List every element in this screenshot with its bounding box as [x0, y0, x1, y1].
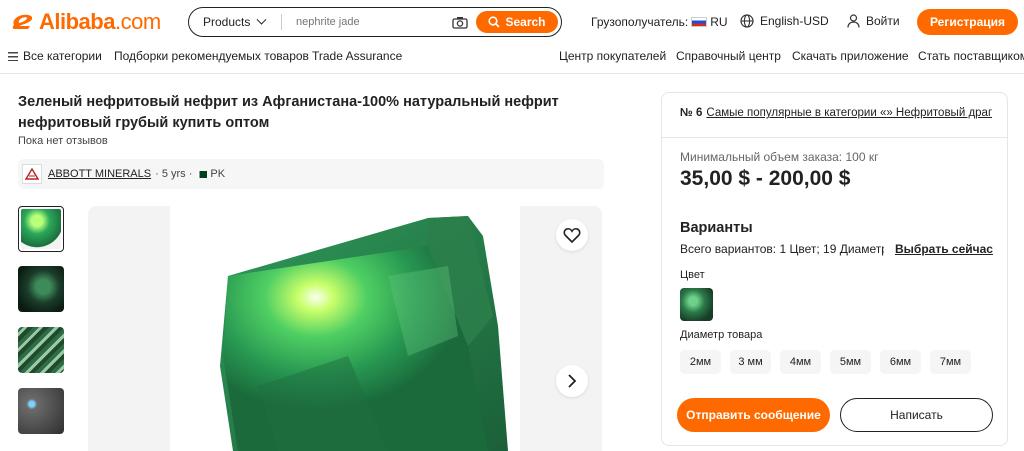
size-option[interactable]: 6мм: [880, 350, 921, 374]
panel-divider: [662, 137, 1007, 138]
thumbnail-item[interactable]: [18, 206, 64, 252]
thumbnail-image: [18, 327, 64, 373]
search-button-label: Search: [505, 15, 546, 29]
chat-button[interactable]: Написать: [840, 398, 993, 432]
language-label: English-USD: [760, 14, 829, 28]
main-product-image[interactable]: [88, 206, 602, 451]
search-category-label: Products: [203, 15, 251, 29]
supplier-bar: ABBOTT MINERALS · 5 yrs · PK: [18, 159, 604, 189]
alibaba-logo-icon: [12, 14, 33, 29]
login-label: Войти: [866, 14, 900, 28]
chevron-down-icon: [256, 14, 267, 25]
next-image-button[interactable]: [556, 365, 588, 397]
min-order-quantity: Минимальный объем заказа: 100 кг: [680, 150, 879, 164]
thumbnail-image: [18, 388, 64, 434]
supplier-logo[interactable]: [22, 164, 42, 184]
size-option[interactable]: 2мм: [680, 350, 721, 374]
thumbnail-image: [21, 209, 61, 249]
search-category-select[interactable]: Products: [189, 14, 281, 29]
thumbnail-item[interactable]: [18, 388, 64, 434]
heart-icon: [563, 228, 581, 243]
thumbnail-item[interactable]: [18, 266, 64, 312]
category-ranking[interactable]: № 6 Самые популярные в категории «» Нефри…: [680, 107, 992, 119]
logo-text: Alibaba.com: [39, 9, 161, 35]
user-icon: [847, 14, 860, 28]
globe-icon: [740, 14, 754, 28]
thumbnail-item[interactable]: [18, 327, 64, 373]
search-divider: [281, 14, 282, 30]
favorite-button[interactable]: [556, 219, 588, 251]
jade-stone-image: [170, 206, 520, 451]
purchase-panel: № 6 Самые популярные в категории «» Нефри…: [661, 92, 1008, 446]
supplier-country-code: PK: [210, 168, 226, 180]
alibaba-logo[interactable]: Alibaba.com: [10, 8, 161, 36]
price-range: 35,00 $ - 200,00 $: [680, 167, 851, 190]
size-option[interactable]: 7мм: [930, 350, 971, 374]
all-categories-label: Все категории: [23, 49, 102, 63]
pakistan-flag-icon: [197, 170, 208, 178]
menu-icon: [8, 52, 18, 61]
thumbnail-image: [18, 266, 64, 312]
size-option[interactable]: 3 мм: [730, 350, 771, 374]
chevron-right-icon: [568, 374, 577, 388]
size-option[interactable]: 5мм: [830, 350, 871, 374]
nav-become-supplier[interactable]: Стать поставщиком: [918, 49, 1024, 63]
supplier-name[interactable]: ABBOTT MINERALS: [48, 168, 151, 180]
login-link[interactable]: Войти: [847, 14, 900, 28]
variants-summary: Всего вариантов: 1 Цвет; 19 Диаметр това…: [680, 242, 884, 256]
size-options: 2мм 3 мм 4мм 5мм 6мм 7мм: [680, 350, 980, 374]
size-option[interactable]: 4мм: [780, 350, 821, 374]
size-label: Диаметр товара: [680, 329, 763, 341]
register-button[interactable]: Регистрация: [917, 9, 1018, 35]
search-bar: Products Search: [188, 7, 562, 37]
variants-heading: Варианты: [680, 220, 753, 236]
all-categories-menu[interactable]: Все категории: [8, 49, 102, 63]
reviews-status[interactable]: Пока нет отзывов: [18, 135, 108, 147]
nav-trade-assurance[interactable]: Trade Assurance: [312, 49, 402, 63]
search-icon: [488, 16, 501, 28]
search-input[interactable]: [296, 16, 446, 28]
select-now-link[interactable]: Выбрать сейчас: [895, 242, 993, 256]
logo-suffix: .com: [114, 9, 161, 34]
search-button[interactable]: Search: [476, 11, 558, 33]
nav-recommended[interactable]: Подборки рекомендуемых товаров: [114, 49, 309, 63]
product-title: Зеленый нефритовый нефрит из Афганистана…: [18, 94, 559, 131]
supplier-logo-icon: [25, 168, 39, 180]
category-nav: Все категории Подборки рекомендуемых тов…: [0, 44, 1024, 74]
color-label: Цвет: [680, 269, 705, 281]
nav-buyer-center[interactable]: Центр покупателей: [559, 49, 666, 63]
camera-icon[interactable]: [452, 16, 468, 29]
ship-to-country: RU: [710, 15, 728, 29]
russia-flag-icon: [691, 17, 708, 27]
supplier-country: PK: [197, 168, 225, 180]
language-selector[interactable]: English-USD: [740, 14, 829, 28]
ship-to-selector[interactable]: Грузополучатель: RU: [591, 15, 728, 29]
ship-to-label: Грузополучатель:: [591, 15, 689, 29]
top-header: Alibaba.com Products Search Грузополучат…: [0, 0, 1024, 44]
send-message-button[interactable]: Отправить сообщение: [677, 398, 830, 432]
nav-help-center[interactable]: Справочный центр: [676, 49, 781, 63]
nav-download-app[interactable]: Скачать приложение: [792, 49, 909, 63]
logo-brand: Alibaba: [39, 9, 115, 34]
ranking-link: Самые популярные в категории «» Нефритов…: [706, 107, 992, 119]
supplier-years: · 5 yrs ·: [155, 168, 193, 180]
color-option[interactable]: [680, 288, 713, 321]
ranking-number: № 6: [680, 107, 703, 119]
